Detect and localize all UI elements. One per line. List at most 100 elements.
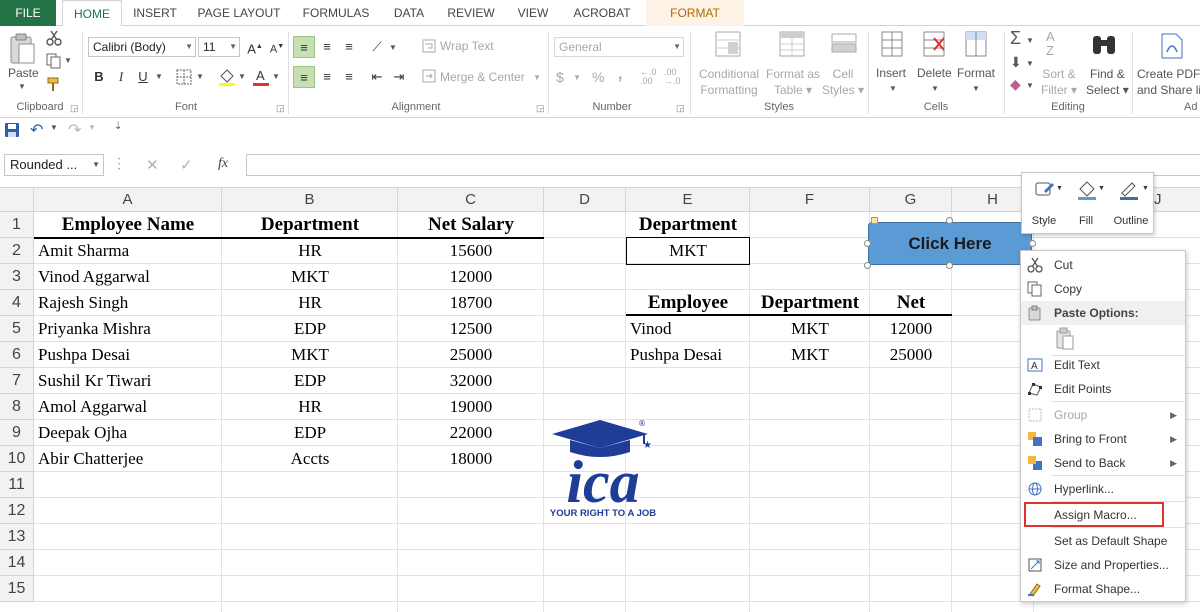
menu-item-edit-text[interactable]: A Edit Text (1021, 353, 1185, 377)
italic-button[interactable]: I (110, 66, 132, 88)
insert-dropdown-icon[interactable]: ▼ (889, 84, 897, 93)
shape-resize-handle[interactable] (946, 262, 953, 269)
cancel-icon[interactable]: ✕ (146, 156, 159, 174)
table-cell[interactable]: Sushil Kr Tiwari (34, 368, 222, 394)
tab-page-layout[interactable]: PAGE LAYOUT (192, 0, 286, 26)
table-cell[interactable]: 32000 (398, 368, 544, 394)
shape-outline-button[interactable]: ▼ Outline (1108, 177, 1154, 231)
menu-item-edit-points[interactable]: Edit Points (1021, 377, 1185, 401)
sort-filter-button[interactable]: Sort & Filter ▾ (1041, 66, 1077, 98)
formula-bar-resize-icon[interactable]: ⋮ (112, 155, 126, 172)
menu-item-cut[interactable]: Cut (1021, 253, 1185, 277)
merge-center-button[interactable]: Merge & Center (440, 70, 525, 84)
create-pdf-button[interactable]: Create PDF and Share lin (1137, 66, 1200, 98)
table-cell[interactable]: Vinod Aggarwal (34, 264, 222, 290)
result-cell[interactable]: Pushpa Desai (626, 342, 750, 368)
wrap-text-button[interactable]: Wrap Text (440, 39, 494, 53)
percent-style-button[interactable]: % (592, 69, 604, 85)
table-cell[interactable]: HR (222, 290, 398, 316)
row-header[interactable]: 12 (0, 498, 34, 524)
redo-dropdown-icon[interactable]: ▼ (88, 123, 96, 132)
tab-acrobat[interactable]: ACROBAT (566, 0, 638, 26)
row-header[interactable]: 7 (0, 368, 34, 394)
row-header[interactable]: 14 (0, 550, 34, 576)
tab-data[interactable]: DATA (386, 0, 432, 26)
menu-item-send-to-back[interactable]: Send to Back ▶ (1021, 451, 1185, 475)
orientation-dropdown-icon[interactable]: ▼ (389, 43, 397, 52)
increase-font-icon[interactable]: A▲ (244, 36, 266, 58)
orientation-icon[interactable]: ⟋ (366, 36, 388, 58)
decrease-decimal-icon[interactable]: .00 →.0 (664, 68, 681, 86)
table-cell[interactable]: 18000 (398, 446, 544, 472)
table-cell[interactable]: 12000 (398, 264, 544, 290)
table-cell[interactable]: Priyanka Mishra (34, 316, 222, 342)
table-cell[interactable]: HR (222, 394, 398, 420)
result-cell[interactable]: MKT (750, 342, 870, 368)
clipboard-launcher-icon[interactable]: ◲ (70, 103, 79, 114)
number-launcher-icon[interactable]: ◲ (676, 103, 685, 114)
menu-item-hyperlink[interactable]: Hyperlink... (1021, 477, 1185, 501)
shape-resize-handle[interactable] (864, 240, 871, 247)
number-format-combo[interactable]: General ▼ (554, 37, 684, 57)
paste-icon[interactable] (8, 32, 36, 66)
column-header-c[interactable]: C (398, 188, 544, 212)
row-header[interactable]: 8 (0, 394, 34, 420)
result-cell[interactable]: MKT (750, 316, 870, 342)
fill-dropdown-icon[interactable]: ▼ (1026, 59, 1034, 68)
row-header[interactable]: 9 (0, 420, 34, 446)
column-header-d[interactable]: D (544, 188, 626, 212)
enter-icon[interactable]: ✓ (180, 156, 193, 174)
accounting-dropdown-icon[interactable]: ▼ (573, 73, 581, 82)
menu-item-bring-to-front[interactable]: Bring to Front ▶ (1021, 427, 1185, 451)
delete-cells-button[interactable]: Delete (917, 66, 952, 80)
align-left-icon[interactable]: ≡ (293, 66, 315, 88)
font-name-combo[interactable]: Calibri (Body) ▼ (88, 37, 196, 57)
table-cell[interactable]: EDP (222, 316, 398, 342)
borders-icon[interactable] (176, 69, 192, 85)
row-header[interactable]: 13 (0, 524, 34, 550)
row-header[interactable]: 2 (0, 238, 34, 264)
select-all-corner[interactable] (0, 188, 34, 212)
conditional-formatting-button[interactable]: Conditional Formatting (697, 66, 761, 98)
increase-indent-icon[interactable]: ⇥ (388, 66, 410, 88)
save-icon[interactable] (4, 122, 20, 138)
tab-formulas[interactable]: FORMULAS (296, 0, 376, 26)
table-cell[interactable]: MKT (222, 264, 398, 290)
menu-item-format-shape[interactable]: Format Shape... (1021, 577, 1185, 601)
table-cell[interactable]: Deepak Ojha (34, 420, 222, 446)
table-cell[interactable]: Abir Chatterjee (34, 446, 222, 472)
criteria-value-cell[interactable]: MKT (626, 238, 750, 264)
fill-icon[interactable]: ⬇ (1010, 54, 1022, 71)
table-cell[interactable]: 15600 (398, 238, 544, 264)
table-header-cell[interactable]: Employee Name (34, 212, 222, 238)
alignment-launcher-icon[interactable]: ◲ (536, 103, 545, 114)
align-bottom-icon[interactable]: ≡ (338, 36, 360, 58)
insert-function-button[interactable]: fx (218, 156, 228, 172)
table-cell[interactable]: HR (222, 238, 398, 264)
row-header[interactable]: 6 (0, 342, 34, 368)
fill-color-icon[interactable] (218, 67, 236, 87)
table-cell[interactable]: EDP (222, 368, 398, 394)
font-color-icon[interactable]: A (252, 67, 270, 87)
column-header-a[interactable]: A (34, 188, 222, 212)
tab-home[interactable]: HOME (62, 0, 122, 27)
cut-icon[interactable] (46, 30, 62, 46)
menu-item-set-default-shape[interactable]: Set as Default Shape (1021, 529, 1185, 553)
tab-insert[interactable]: INSERT (128, 0, 182, 26)
result-header-cell[interactable]: Employee (626, 290, 750, 316)
row-header[interactable]: 5 (0, 316, 34, 342)
align-top-icon[interactable]: ≡ (293, 36, 315, 58)
row-header[interactable]: 3 (0, 264, 34, 290)
autosum-icon[interactable]: Σ (1010, 28, 1021, 49)
align-center-icon[interactable]: ≡ (316, 66, 338, 88)
shape-style-button[interactable]: ▼ Style (1024, 177, 1064, 231)
shape-resize-handle[interactable] (864, 262, 871, 269)
cell-styles-button[interactable]: Cell Styles ▾ (818, 66, 868, 98)
font-size-combo[interactable]: 11 ▼ (198, 37, 240, 57)
paste-button[interactable]: Paste (8, 66, 39, 80)
redo-icon[interactable]: ↷ (68, 120, 81, 140)
customize-qat-icon[interactable]: ⇣ (114, 121, 122, 132)
borders-dropdown-icon[interactable]: ▼ (196, 72, 204, 81)
table-cell[interactable]: Amol Aggarwal (34, 394, 222, 420)
menu-item-size-properties[interactable]: Size and Properties... (1021, 553, 1185, 577)
